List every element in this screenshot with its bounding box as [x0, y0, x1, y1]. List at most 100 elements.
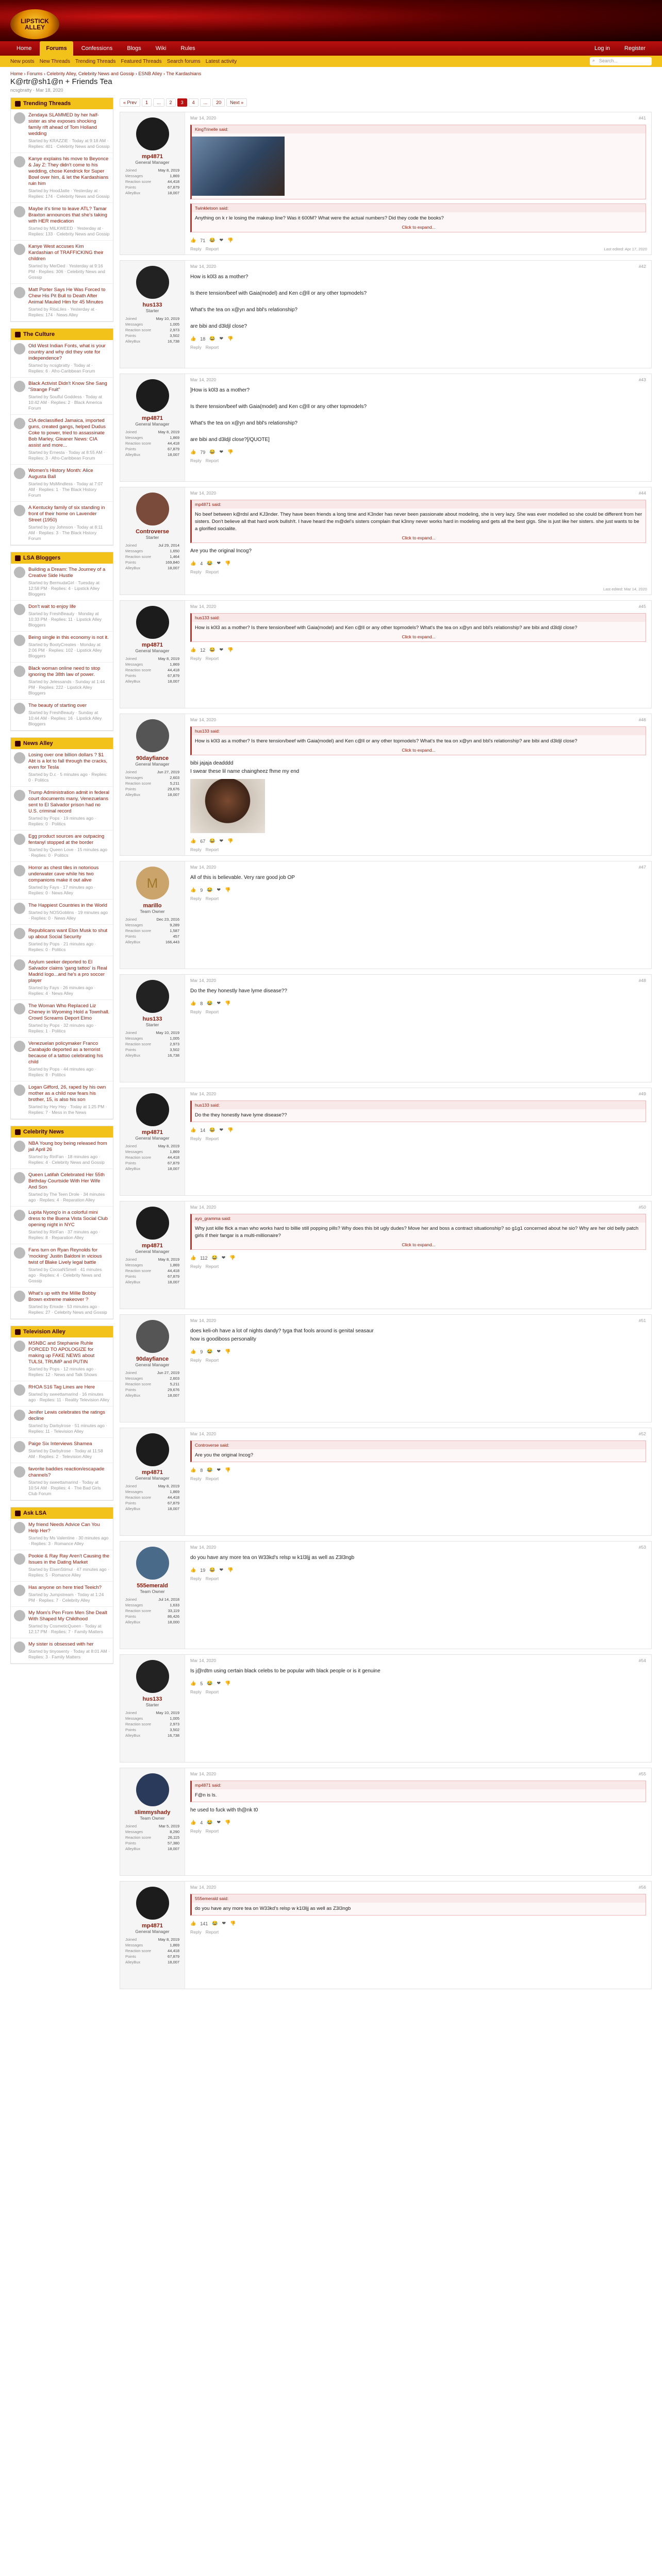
- avatar[interactable]: [14, 112, 25, 124]
- reaction-count[interactable]: 19: [200, 1568, 205, 1573]
- subnav-link[interactable]: Latest activity: [206, 59, 237, 64]
- avatar[interactable]: [14, 567, 25, 578]
- nav-tab-forums[interactable]: Forums: [40, 41, 73, 56]
- username[interactable]: mp4871: [124, 1129, 180, 1136]
- sidebar-thread-title[interactable]: Kanye West accuses Kim Kardashian of TRA…: [28, 244, 110, 262]
- like-icon[interactable]: 👍: [190, 1921, 196, 1926]
- post-date[interactable]: Mar 14, 2020: [190, 978, 216, 983]
- post-number[interactable]: #48: [639, 978, 646, 983]
- avatar[interactable]: [14, 1585, 25, 1596]
- sidebar-thread-title[interactable]: favorite baddies reaction/escapade chann…: [28, 1466, 110, 1479]
- pager-page[interactable]: ...: [153, 98, 164, 107]
- report-link[interactable]: Report: [206, 1264, 219, 1269]
- post-number[interactable]: #47: [639, 865, 646, 870]
- subnav-link[interactable]: New posts: [10, 59, 35, 64]
- username[interactable]: hus133: [124, 302, 180, 308]
- pager-prev[interactable]: « Prev: [120, 98, 141, 107]
- sidebar-thread-title[interactable]: Black woman online need to stop ignoring…: [28, 666, 110, 678]
- reaction-count[interactable]: 4: [200, 561, 203, 566]
- avatar[interactable]: [14, 1041, 25, 1052]
- reaction-count[interactable]: 14: [200, 1128, 205, 1133]
- sidebar-thread-title[interactable]: Venezuelan policymaker Franco Carabajdo …: [28, 1041, 110, 1065]
- avatar[interactable]: [14, 505, 25, 516]
- avatar[interactable]: [136, 1773, 169, 1806]
- heart-icon[interactable]: ❤: [219, 647, 223, 653]
- quote-author[interactable]: ayo_gramma said:: [192, 1214, 646, 1223]
- like-icon[interactable]: 👍: [190, 561, 196, 566]
- dislike-icon[interactable]: 👎: [225, 1681, 230, 1686]
- report-link[interactable]: Report: [206, 896, 219, 901]
- sidebar-thread[interactable]: Jenifer Lewis celebrates the ratings dec…: [11, 1406, 113, 1438]
- avatar[interactable]: [14, 1441, 25, 1452]
- nav-tab-home[interactable]: Home: [10, 41, 38, 56]
- reaction-count[interactable]: 141: [200, 1921, 208, 1926]
- report-link[interactable]: Report: [206, 345, 219, 350]
- avatar[interactable]: [14, 1341, 25, 1352]
- post-date[interactable]: Mar 14, 2020: [190, 377, 216, 382]
- like-icon[interactable]: 👍: [190, 1255, 196, 1261]
- sidebar-thread-title[interactable]: Horror as chest tiles in notorious under…: [28, 865, 110, 884]
- report-link[interactable]: Report: [206, 1689, 219, 1694]
- sidebar-thread[interactable]: Pookie & Ray Ray Aren't Causing the Issu…: [11, 1550, 113, 1582]
- quote-author[interactable]: mp4871 said:: [192, 1781, 646, 1789]
- post-number[interactable]: #41: [639, 115, 646, 121]
- like-icon[interactable]: 👍: [190, 838, 196, 844]
- post-date[interactable]: Mar 14, 2020: [190, 1205, 216, 1210]
- subnav-link[interactable]: Featured Threads: [121, 59, 161, 64]
- reply-link[interactable]: Reply: [190, 656, 202, 661]
- dislike-icon[interactable]: 👎: [227, 1127, 233, 1133]
- post-number[interactable]: #56: [639, 1885, 646, 1890]
- report-link[interactable]: Report: [206, 847, 219, 852]
- reply-link[interactable]: Reply: [190, 1009, 202, 1014]
- report-link[interactable]: Report: [206, 458, 219, 463]
- sidebar-thread[interactable]: Kanye explains his move to Beyonce & Jay…: [11, 153, 113, 203]
- pager-page[interactable]: 4: [188, 98, 198, 107]
- avatar[interactable]: [136, 1547, 169, 1580]
- laugh-icon[interactable]: 😂: [207, 887, 212, 893]
- sidebar-thread-title[interactable]: CIA declassified Jamaica, imported guns,…: [28, 418, 110, 449]
- reaction-count[interactable]: 18: [200, 336, 205, 342]
- reply-link[interactable]: Reply: [190, 458, 202, 463]
- dislike-icon[interactable]: 👎: [225, 1001, 230, 1006]
- reaction-count[interactable]: 8: [200, 1001, 203, 1006]
- post-number[interactable]: #50: [639, 1205, 646, 1210]
- avatar[interactable]: [136, 1207, 169, 1240]
- reaction-count[interactable]: 12: [200, 648, 205, 653]
- quote-author[interactable]: 555emerald said:: [192, 1894, 646, 1903]
- avatar[interactable]: [14, 1384, 25, 1396]
- avatar[interactable]: [136, 1093, 169, 1126]
- sidebar-thread-title[interactable]: The beauty of starting over: [28, 703, 110, 709]
- avatar[interactable]: [136, 117, 169, 150]
- dislike-icon[interactable]: 👎: [229, 1255, 235, 1261]
- reaction-count[interactable]: 5: [200, 1681, 203, 1686]
- username[interactable]: mp4871: [124, 1469, 180, 1476]
- reaction-count[interactable]: 79: [200, 450, 205, 455]
- laugh-icon[interactable]: 😂: [212, 1921, 218, 1926]
- sidebar-thread[interactable]: Paige Six Interviews Shamea Started by Da…: [11, 1438, 113, 1463]
- dislike-icon[interactable]: 👎: [225, 887, 230, 893]
- avatar[interactable]: [14, 959, 25, 971]
- pager-next[interactable]: Next »: [226, 98, 247, 107]
- post-number[interactable]: #49: [639, 1091, 646, 1096]
- quote-author[interactable]: hus133 said:: [192, 614, 646, 622]
- sidebar-thread[interactable]: RHOA S16 Tag Lines are Here Started by sw…: [11, 1381, 113, 1406]
- sidebar-thread-title[interactable]: The Woman Who Replaced Liz Cheney in Wyo…: [28, 1003, 110, 1022]
- report-link[interactable]: Report: [206, 1929, 219, 1935]
- sidebar-thread-title[interactable]: Losing over one billion dollars ? $1 Abt…: [28, 752, 110, 771]
- laugh-icon[interactable]: 😂: [209, 449, 215, 455]
- heart-icon[interactable]: ❤: [219, 1127, 223, 1133]
- like-icon[interactable]: 👍: [190, 1567, 196, 1573]
- pager-page[interactable]: ...: [200, 98, 211, 107]
- thread-author[interactable]: ncsgbratty: [10, 88, 32, 93]
- heart-icon[interactable]: ❤: [222, 1921, 226, 1926]
- dislike-icon[interactable]: 👎: [227, 238, 233, 243]
- sidebar-thread-title[interactable]: Logan Gifford, 26, raped by his own moth…: [28, 1084, 110, 1103]
- report-link[interactable]: Report: [206, 1828, 219, 1834]
- sidebar-thread[interactable]: Being single in this economy is not it. S…: [11, 632, 113, 663]
- reaction-count[interactable]: 9: [200, 1349, 203, 1354]
- avatar[interactable]: [14, 418, 25, 429]
- avatar[interactable]: [14, 1553, 25, 1565]
- laugh-icon[interactable]: 😂: [207, 1467, 212, 1473]
- username[interactable]: slimmyshady: [124, 1809, 180, 1816]
- reply-link[interactable]: Reply: [190, 1828, 202, 1834]
